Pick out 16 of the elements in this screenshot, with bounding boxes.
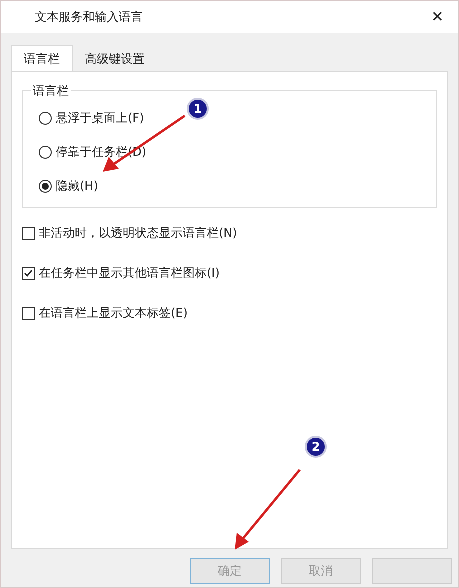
checkbox-label: 在任务栏中显示其他语言栏图标(I) — [39, 265, 220, 282]
tab[interactable]: 高级键设置 — [73, 47, 157, 71]
radio-label: 隐藏(H) — [56, 178, 98, 195]
window-title: 文本服务和输入语言 — [35, 9, 143, 26]
radio-label: 悬浮于桌面上(F) — [56, 110, 144, 127]
checkbox[interactable] — [22, 306, 35, 320]
radio-button[interactable] — [39, 112, 52, 124]
checkbox-label: 非活动时，以透明状态显示语言栏(N) — [39, 225, 238, 242]
radio-button[interactable] — [39, 180, 52, 192]
checkbox[interactable] — [22, 266, 35, 280]
close-button[interactable]: ✕ — [427, 6, 448, 28]
group-title: 语言栏 — [31, 82, 71, 100]
checkbox[interactable] — [22, 226, 35, 240]
checkbox-label: 在语言栏上显示文本标签(E) — [39, 305, 188, 322]
tab[interactable]: 语言栏 — [11, 45, 73, 71]
radio-button[interactable] — [39, 146, 52, 158]
